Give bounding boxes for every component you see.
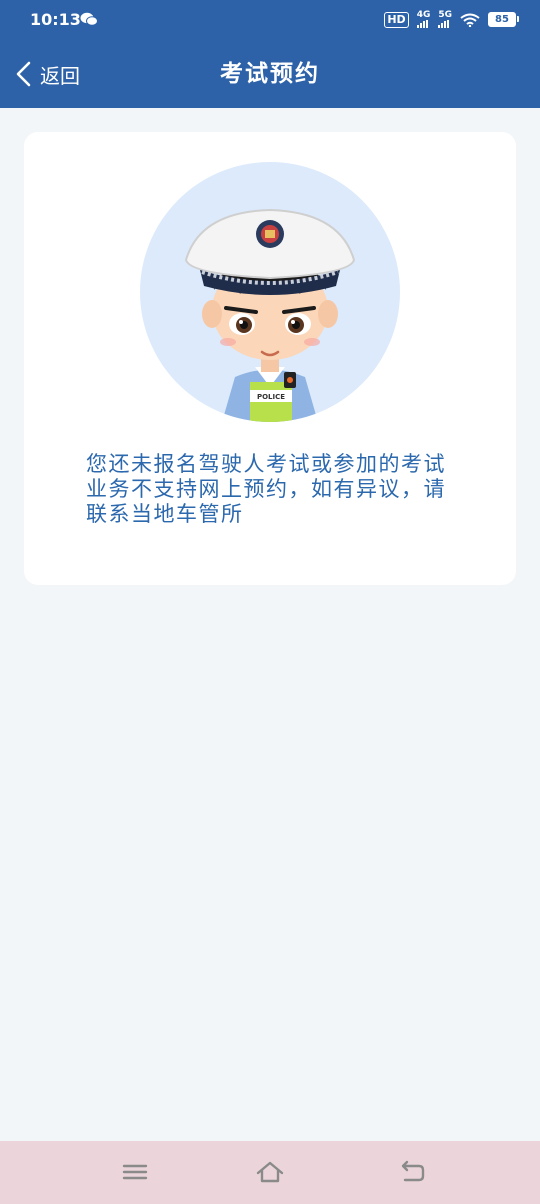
network-label-4g: 4G xyxy=(416,10,431,20)
status-time: 10:13 xyxy=(30,10,81,29)
home-icon[interactable] xyxy=(255,1158,285,1186)
battery-icon: 85 xyxy=(488,12,519,27)
network-label-5g: 5G xyxy=(438,10,452,20)
back-label: 返回 xyxy=(40,63,80,88)
notice-message: 您还未报名驾驶人考试或参加的考试业务不支持网上预约，如有异议，请联系当地车管所 xyxy=(86,452,446,526)
hd-icon: HD xyxy=(384,11,409,28)
back-button[interactable]: 返回 xyxy=(14,40,80,108)
status-bar: 10:13 HD 4G 5G 85 xyxy=(0,0,540,40)
chevron-left-icon xyxy=(16,61,31,87)
wifi-icon xyxy=(460,13,480,27)
app-header: 考试预约 返回 xyxy=(0,40,540,108)
system-nav-bar xyxy=(0,1141,540,1204)
police-avatar: POLICE xyxy=(140,162,400,422)
menu-icon[interactable] xyxy=(120,1158,150,1186)
wechat-icon xyxy=(80,12,98,26)
signal-4g-icon: 4G xyxy=(416,10,431,28)
signal-5g-icon: 5G xyxy=(438,11,452,28)
page-title: 考试预约 xyxy=(220,61,320,87)
notice-card: POLICE 您还未报名驾驶人考试或参加的考试业务不支持网上预约，如有异议，请联… xyxy=(24,132,516,585)
police-illustration: POLICE xyxy=(184,208,356,422)
battery-level: 85 xyxy=(495,14,509,25)
back-icon[interactable] xyxy=(397,1158,427,1186)
status-icons: HD 4G 5G 85 xyxy=(384,10,519,28)
police-badge-text: POLICE xyxy=(257,393,285,401)
